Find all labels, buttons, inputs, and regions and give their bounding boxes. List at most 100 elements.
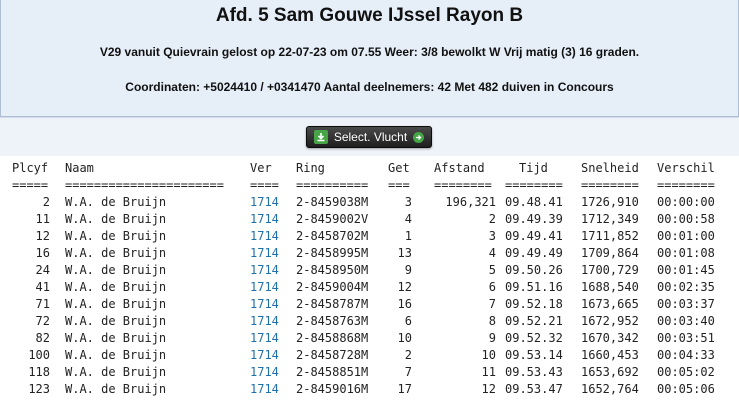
table-row: 2 W.A. de Bruijn 1714 2-8459038M 3 196,321 09.… <box>0 194 739 211</box>
cell-verschil: 00:05:06 <box>657 382 715 396</box>
table-row: 71 W.A. de Bruijn 1714 2-8458787M 16 7 09.52.1… <box>0 296 739 313</box>
header-row: Plcyf Naam Ver Ring Get Afstand Tijd Sne… <box>0 160 739 177</box>
cell-afstand: 6 <box>488 280 496 294</box>
cell-naam: W.A. de Bruijn <box>65 331 167 345</box>
table-row: 41 W.A. de Bruijn 1714 2-8459004M 12 6 09.51.1… <box>0 279 739 296</box>
cell-ver[interactable]: 1714 <box>250 262 279 279</box>
cell-tijd: 09.51.16 <box>505 280 563 294</box>
cell-ver[interactable]: 1714 <box>250 211 279 228</box>
cell-ver[interactable]: 1714 <box>250 364 279 381</box>
separator: ===== <box>12 178 49 192</box>
cell-tijd: 09.52.32 <box>505 331 563 345</box>
cell-tijd: 09.49.41 <box>505 229 563 243</box>
cell-snelheid: 1652,764 <box>581 382 639 396</box>
cell-snelheid: 1700,729 <box>581 263 639 277</box>
cell-verschil: 00:01:45 <box>657 263 715 277</box>
separator: ========== <box>296 178 369 192</box>
cell-snelheid: 1653,692 <box>581 365 639 379</box>
cell-ver[interactable]: 1714 <box>250 347 279 364</box>
cell-afstand: 4 <box>488 246 496 260</box>
cell-tijd: 09.52.21 <box>505 314 563 328</box>
col-snelheid-header: Snelheid <box>581 161 639 175</box>
cell-verschil: 00:03:51 <box>657 331 715 345</box>
separator: ======== <box>434 178 492 192</box>
cell-snelheid: 1711,852 <box>581 229 639 243</box>
cell-ver[interactable]: 1714 <box>250 194 279 211</box>
cell-get: 2 <box>404 348 412 362</box>
cell-plcyf: 41 <box>35 280 50 294</box>
cell-snelheid: 1670,342 <box>581 331 639 345</box>
cell-naam: W.A. de Bruijn <box>65 263 167 277</box>
cell-ring: 2-8458995M <box>296 246 369 260</box>
cell-naam: W.A. de Bruijn <box>65 314 167 328</box>
cell-get: 9 <box>404 263 412 277</box>
cell-snelheid: 1660,453 <box>581 348 639 362</box>
cell-naam: W.A. de Bruijn <box>65 382 167 396</box>
cell-naam: W.A. de Bruijn <box>65 246 167 260</box>
cell-ring: 2-8458728M <box>296 348 369 362</box>
cell-ring: 2-8458868M <box>296 331 369 345</box>
cell-afstand: 10 <box>481 348 496 362</box>
cell-ver[interactable]: 1714 <box>250 313 279 330</box>
cell-verschil: 00:03:37 <box>657 297 715 311</box>
cell-ver[interactable]: 1714 <box>250 245 279 262</box>
col-tijd-header: Tijd <box>519 161 548 175</box>
cell-ring: 2-8459004M <box>296 280 369 294</box>
download-icon <box>313 130 328 144</box>
cell-ring: 2-8458763M <box>296 314 369 328</box>
table-row: 24 W.A. de Bruijn 1714 2-8458950M 9 5 09.50.26… <box>0 262 739 279</box>
col-verschil-header: Verschil <box>657 161 715 175</box>
col-afstand-header: Afstand <box>434 161 485 175</box>
flight-info: V29 vanuit Quievrain gelost op 22-07-23 … <box>99 45 640 59</box>
cell-snelheid: 1673,665 <box>581 297 639 311</box>
cell-ring: 2-8458787M <box>296 297 369 311</box>
separator: ======== <box>505 178 563 192</box>
cell-plcyf: 2 <box>42 195 50 209</box>
cell-verschil: 00:03:40 <box>657 314 715 328</box>
col-get-header: Get <box>388 161 410 175</box>
cell-ring: 2-8458851M <box>296 365 369 379</box>
cell-get: 10 <box>397 331 412 345</box>
cell-ring: 2-8458702M <box>296 229 369 243</box>
cell-ver[interactable]: 1714 <box>250 330 279 347</box>
cell-verschil: 00:01:08 <box>657 246 715 260</box>
cell-ring: 2-8458950M <box>296 263 369 277</box>
cell-plcyf: 71 <box>35 297 50 311</box>
cell-get: 6 <box>404 314 412 328</box>
cell-tijd: 09.49.39 <box>505 212 563 226</box>
separator: ======== <box>657 178 715 192</box>
cell-naam: W.A. de Bruijn <box>65 365 167 379</box>
cell-ver[interactable]: 1714 <box>250 381 279 398</box>
cell-plcyf: 16 <box>35 246 50 260</box>
cell-naam: W.A. de Bruijn <box>65 297 167 311</box>
table-row: 123 W.A. de Bruijn 1714 2-8459016M 17 12 09.53… <box>0 381 739 398</box>
cell-ring: 2-8459002V <box>296 212 369 226</box>
cell-get: 17 <box>397 382 412 396</box>
cell-snelheid: 1726,910 <box>581 195 639 209</box>
cell-ver[interactable]: 1714 <box>250 279 279 296</box>
select-flight-button[interactable]: Select. Vlucht <box>306 126 432 148</box>
cell-snelheid: 1712,349 <box>581 212 639 226</box>
cell-verschil: 00:01:00 <box>657 229 715 243</box>
table-row: 12 W.A. de Bruijn 1714 2-8458702M 1 3 09.49.41… <box>0 228 739 245</box>
separator: === <box>388 178 410 192</box>
cell-naam: W.A. de Bruijn <box>65 195 167 209</box>
cell-afstand: 196,321 <box>445 195 496 209</box>
cell-afstand: 3 <box>488 229 496 243</box>
table-row: 11 W.A. de Bruijn 1714 2-8459002V 4 2 09.49.39… <box>0 211 739 228</box>
cell-afstand: 9 <box>488 331 496 345</box>
cell-naam: W.A. de Bruijn <box>65 229 167 243</box>
cell-naam: W.A. de Bruijn <box>65 280 167 294</box>
separator: ======== <box>581 178 639 192</box>
cell-ring: 2-8459038M <box>296 195 369 209</box>
cell-get: 3 <box>404 195 412 209</box>
cell-snelheid: 1672,952 <box>581 314 639 328</box>
cell-tijd: 09.53.14 <box>505 348 563 362</box>
cell-ver[interactable]: 1714 <box>250 228 279 245</box>
page-header: Afd. 5 Sam Gouwe IJssel Rayon B V29 vanu… <box>0 0 739 117</box>
cell-tijd: 09.53.43 <box>505 365 563 379</box>
cell-plcyf: 11 <box>35 212 50 226</box>
cell-snelheid: 1688,540 <box>581 280 639 294</box>
cell-ver[interactable]: 1714 <box>250 296 279 313</box>
separator-row: ===== ====================== ==== ======… <box>0 177 739 194</box>
